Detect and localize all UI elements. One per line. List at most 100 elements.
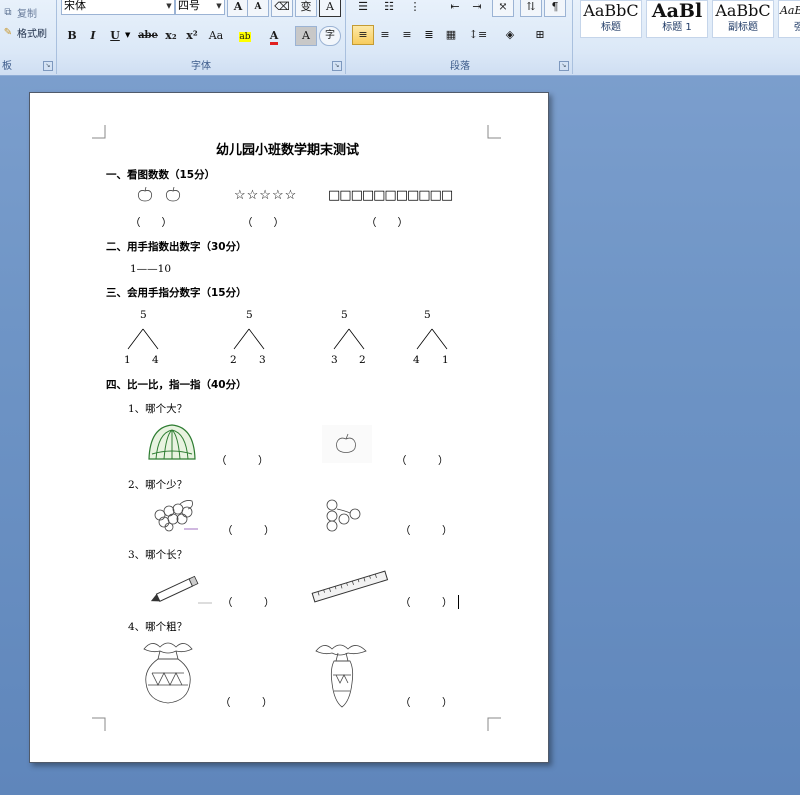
text-cursor bbox=[458, 595, 459, 609]
style-title[interactable]: AaBbC 标题 bbox=[580, 0, 642, 38]
answer-blank: （ ） bbox=[242, 217, 284, 229]
font-name-value: 宋体 bbox=[64, 0, 86, 12]
chinese-layout-icon: ⤧ bbox=[498, 0, 508, 13]
grow-font-button[interactable]: A bbox=[227, 0, 249, 17]
line-spacing-button[interactable]: ↕≡ bbox=[464, 25, 492, 45]
bond-top: 5 bbox=[246, 309, 253, 321]
bond-lines bbox=[127, 328, 159, 350]
pilcrow-icon: ¶ bbox=[551, 0, 559, 13]
bullets-button[interactable]: ☰ bbox=[352, 0, 374, 17]
bond-top: 5 bbox=[424, 309, 431, 321]
section4-heading: 四、比一比，指一指（40分） bbox=[106, 379, 247, 391]
decrease-indent-button[interactable]: ⇤ bbox=[444, 0, 466, 17]
dialog-launcher-icon[interactable]: ↘ bbox=[559, 61, 569, 71]
align-right-icon: ≡ bbox=[402, 28, 412, 41]
dialog-launcher-icon[interactable]: ↘ bbox=[332, 61, 342, 71]
style-subtitle[interactable]: AaBbC 副标题 bbox=[712, 0, 774, 38]
align-left-button[interactable]: ≡ bbox=[352, 25, 374, 45]
bond-right: 4 bbox=[152, 354, 159, 366]
stars-row: ☆☆☆☆☆ bbox=[234, 188, 298, 203]
char-shading-button[interactable]: A bbox=[295, 26, 317, 46]
highlight-label: ab bbox=[239, 32, 251, 42]
align-right-button[interactable]: ≡ bbox=[396, 25, 418, 45]
pencil-image bbox=[150, 575, 212, 604]
superscript-button[interactable]: x² bbox=[181, 26, 203, 46]
vase-wide-image bbox=[143, 642, 193, 704]
corner-mark-top-left bbox=[92, 125, 106, 139]
char-border-button[interactable]: A bbox=[319, 0, 341, 17]
section3-heading: 三、会用手指分数字（15分） bbox=[106, 287, 247, 299]
enclose-char-button[interactable]: 字 bbox=[319, 26, 341, 46]
bond-right: 1 bbox=[442, 354, 449, 366]
underline-button[interactable]: U bbox=[104, 26, 126, 46]
bond-left: 1 bbox=[124, 354, 131, 366]
answer-blank: （ ） bbox=[222, 525, 275, 537]
show-marks-button[interactable]: ¶ bbox=[544, 0, 566, 17]
numbering-button[interactable]: ☷ bbox=[378, 0, 400, 17]
answer-blank: （ ） bbox=[366, 217, 408, 229]
align-center-button[interactable]: ≡ bbox=[374, 25, 396, 45]
chinese-layout-button[interactable]: ⤧ bbox=[492, 0, 514, 17]
subscript-button[interactable]: x₂ bbox=[160, 26, 182, 46]
paintbrush-icon: ✎ bbox=[3, 26, 13, 38]
increase-indent-button[interactable]: ⇥ bbox=[466, 0, 488, 17]
style-heading1[interactable]: AaBl 标题 1 bbox=[646, 0, 708, 38]
bullets-icon: ☰ bbox=[358, 0, 368, 13]
question-2: 2、哪个少？ bbox=[128, 479, 188, 491]
chevron-down-icon[interactable]: ▼ bbox=[125, 31, 130, 39]
ribbon: ⧉ 复制 ✎ 格式刷 板 ↘ 宋体 ▼ 四号 ▼ A A ⌫ 变 A B I U… bbox=[0, 0, 800, 76]
change-case-button[interactable]: 变 bbox=[295, 0, 317, 17]
change-case-menu-button[interactable]: Aa bbox=[203, 26, 229, 46]
distribute-button[interactable]: ▦ bbox=[440, 25, 462, 45]
number-range: 1——10 bbox=[130, 263, 172, 275]
shading-button[interactable]: ◈ bbox=[496, 25, 524, 45]
highlight-button[interactable]: ab bbox=[233, 26, 257, 46]
corner-mark-bottom-right bbox=[487, 717, 501, 731]
justify-icon: ≣ bbox=[424, 28, 434, 41]
justify-button[interactable]: ≣ bbox=[418, 25, 440, 45]
corner-mark-bottom-left bbox=[92, 717, 106, 731]
section1-heading: 一、看图数数（15分） bbox=[106, 169, 216, 181]
vase-narrow-image bbox=[315, 644, 367, 708]
paragraph-group-label: 段落 bbox=[450, 61, 470, 72]
borders-button[interactable]: ⊞ bbox=[526, 25, 554, 45]
style-sample: AaBl bbox=[651, 0, 703, 22]
font-color-label: A bbox=[269, 29, 279, 45]
font-group-label: 字体 bbox=[191, 61, 211, 72]
style-name: 标题 bbox=[601, 22, 621, 33]
answer-blank: （ ） bbox=[396, 455, 449, 467]
copy-button[interactable]: ⧉ 复制 bbox=[2, 5, 37, 21]
distribute-icon: ▦ bbox=[445, 28, 457, 41]
align-center-icon: ≡ bbox=[380, 28, 390, 41]
dialog-launcher-icon[interactable]: ↘ bbox=[43, 61, 53, 71]
italic-button[interactable]: I bbox=[82, 26, 104, 46]
align-left-icon: ≡ bbox=[358, 28, 368, 41]
apple-icon bbox=[165, 187, 181, 202]
font-color-button[interactable]: A bbox=[263, 26, 285, 46]
answer-blank: （ ） bbox=[400, 697, 453, 709]
copy-label: 复制 bbox=[17, 9, 37, 20]
font-size-select[interactable]: 四号 ▼ bbox=[175, 0, 225, 15]
font-size-value: 四号 bbox=[178, 0, 200, 12]
font-name-select[interactable]: 宋体 ▼ bbox=[61, 0, 175, 15]
question-1: 1、哪个大？ bbox=[128, 403, 188, 415]
bond-right: 2 bbox=[359, 354, 366, 366]
strikethrough-button[interactable]: abe bbox=[135, 26, 161, 46]
clear-format-button[interactable]: ⌫ bbox=[271, 0, 293, 17]
borders-icon: ⊞ bbox=[535, 28, 545, 41]
format-painter-label: 格式刷 bbox=[17, 29, 47, 40]
section2-heading: 二、用手指数出数字（30分） bbox=[106, 241, 247, 253]
sort-button[interactable]: ⇅ bbox=[520, 0, 542, 17]
numbering-icon: ☷ bbox=[384, 0, 394, 13]
chevron-down-icon: ▼ bbox=[216, 2, 222, 10]
format-painter-button[interactable]: ✎ 格式刷 bbox=[2, 25, 47, 41]
corner-mark-top-right bbox=[487, 125, 501, 139]
style-strong[interactable]: AaBbC 强 bbox=[778, 0, 800, 38]
decrease-indent-icon: ⇤ bbox=[450, 0, 460, 13]
document-page[interactable]: 幼儿园小班数学期末测试 一、看图数数（15分） ☆☆☆☆☆ □□□□□□□□□□… bbox=[29, 92, 549, 763]
multilevel-list-button[interactable]: ⋮ bbox=[404, 0, 426, 17]
shrink-font-button[interactable]: A bbox=[247, 0, 269, 17]
bold-button[interactable]: B bbox=[61, 26, 83, 46]
increase-indent-icon: ⇥ bbox=[472, 0, 482, 13]
answer-blank: （ ） bbox=[220, 697, 273, 709]
